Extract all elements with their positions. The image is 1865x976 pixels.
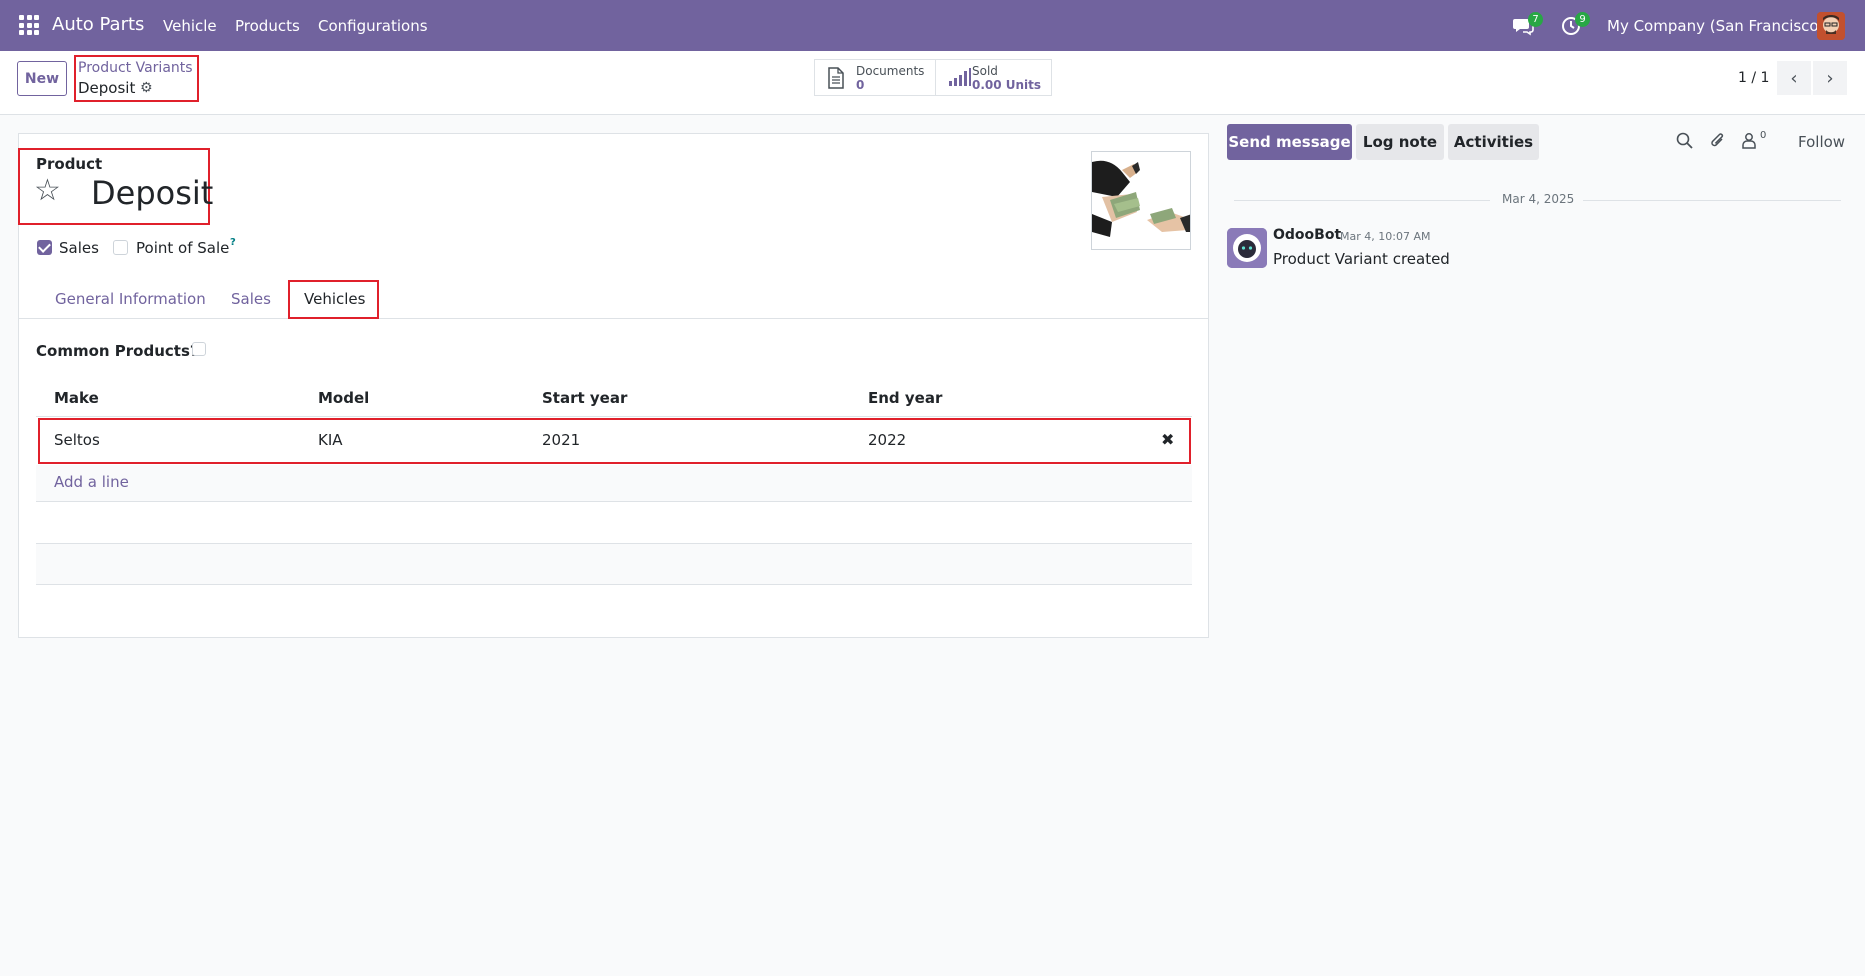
- message-timestamp: Mar 4, 10:07 AM: [1340, 230, 1431, 243]
- breadcrumb-parent-link[interactable]: Product Variants: [78, 60, 193, 76]
- messages-badge: 7: [1528, 12, 1543, 27]
- date-separator-line: [1234, 200, 1490, 201]
- smart-buttons: Documents 0 Sold 0.00 Units: [814, 59, 1052, 96]
- sold-value: 0.00 Units: [971, 78, 1042, 92]
- date-separator: Mar 4, 2025: [1502, 192, 1575, 206]
- pager-next-button[interactable]: ›: [1813, 61, 1847, 95]
- activities-button[interactable]: Activities: [1448, 124, 1539, 160]
- document-icon: [827, 67, 845, 93]
- documents-smart-button[interactable]: Documents 0: [815, 60, 936, 95]
- delete-row-icon[interactable]: ✖: [1161, 430, 1174, 449]
- app-grid-icon[interactable]: [19, 15, 39, 35]
- paperclip-icon[interactable]: [1709, 132, 1726, 154]
- documents-label: Documents: [856, 64, 925, 78]
- table-divider: [36, 584, 1192, 585]
- cell-start-year[interactable]: 2021: [542, 431, 580, 449]
- message-body: Product Variant created: [1273, 250, 1450, 268]
- odoobot-avatar[interactable]: [1227, 228, 1267, 268]
- pager-value[interactable]: 1 / 1: [1738, 70, 1769, 86]
- sales-checkbox[interactable]: [37, 240, 52, 255]
- tab-sales[interactable]: Sales: [231, 290, 271, 308]
- new-button[interactable]: New: [17, 61, 67, 96]
- signal-bars-icon: [948, 67, 972, 91]
- app-name[interactable]: Auto Parts: [52, 14, 144, 35]
- column-header-make[interactable]: Make: [54, 389, 99, 407]
- chevron-left-icon: ‹: [1790, 67, 1798, 89]
- add-a-line-link[interactable]: Add a line: [54, 473, 129, 491]
- menu-vehicle[interactable]: Vehicle: [163, 17, 217, 35]
- followers-count: 0: [1760, 130, 1767, 141]
- cell-make[interactable]: Seltos: [54, 431, 100, 449]
- company-switcher[interactable]: My Company (San Francisco): [1607, 17, 1824, 35]
- top-navbar: Auto Parts Vehicle Products Configuratio…: [0, 0, 1865, 51]
- common-products-label: Common Products?: [36, 342, 199, 360]
- follow-button[interactable]: Follow: [1798, 133, 1845, 151]
- sales-checkbox-label: Sales: [59, 239, 99, 257]
- table-divider: [36, 501, 1192, 502]
- cell-model[interactable]: KIA: [318, 431, 343, 449]
- pager-previous-button[interactable]: ‹: [1777, 61, 1811, 95]
- star-icon[interactable]: ☆: [34, 176, 61, 206]
- search-icon[interactable]: [1676, 132, 1693, 153]
- product-image[interactable]: [1091, 151, 1191, 250]
- common-products-checkbox[interactable]: [192, 342, 206, 356]
- followers-icon[interactable]: [1741, 132, 1757, 153]
- menu-configurations[interactable]: Configurations: [318, 17, 428, 35]
- cell-end-year[interactable]: 2022: [868, 431, 906, 449]
- point-of-sale-label: Point of Sale: [136, 239, 230, 257]
- table-row[interactable]: [38, 418, 1191, 464]
- sold-label: Sold: [971, 64, 998, 78]
- help-tooltip-icon[interactable]: ?: [230, 237, 236, 248]
- empty-table-row: [36, 544, 1192, 585]
- product-name[interactable]: Deposit: [91, 174, 213, 212]
- point-of-sale-checkbox[interactable]: [113, 240, 128, 255]
- breadcrumb-current: Deposit: [78, 79, 136, 97]
- message-author[interactable]: OdooBot: [1273, 227, 1341, 243]
- date-separator-line: [1583, 200, 1841, 201]
- add-line-row: [36, 465, 1192, 501]
- tabs-divider: [19, 318, 1208, 319]
- tab-general-information[interactable]: General Information: [55, 290, 206, 308]
- gear-icon[interactable]: ⚙: [140, 80, 153, 96]
- user-avatar[interactable]: [1817, 12, 1845, 40]
- control-panel: New Product Variants Deposit ⚙ Documents…: [0, 51, 1865, 115]
- product-field-label: Product: [36, 155, 103, 173]
- column-header-end-year[interactable]: End year: [868, 389, 942, 407]
- documents-count: 0: [856, 78, 865, 92]
- column-header-start-year[interactable]: Start year: [542, 389, 627, 407]
- column-header-model[interactable]: Model: [318, 389, 369, 407]
- send-message-button[interactable]: Send message: [1227, 124, 1352, 160]
- activities-badge: 9: [1575, 12, 1590, 27]
- menu-products[interactable]: Products: [235, 17, 300, 35]
- tab-vehicles[interactable]: Vehicles: [304, 290, 365, 308]
- table-header-divider: [36, 416, 1192, 417]
- chevron-right-icon: ›: [1826, 67, 1834, 89]
- log-note-button[interactable]: Log note: [1356, 124, 1444, 160]
- sold-smart-button[interactable]: Sold 0.00 Units: [936, 60, 1051, 95]
